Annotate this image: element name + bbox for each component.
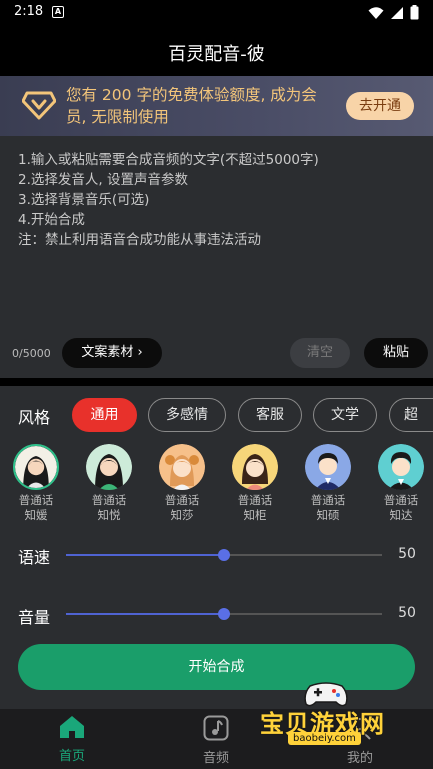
diamond-icon [22, 91, 56, 120]
instruction-line: 1.输入或粘贴需要合成音频的文字(不超过5000字) [18, 152, 319, 168]
avatar [159, 444, 205, 490]
voice-item-zhiyue[interactable]: 普通话 知悦 [81, 444, 137, 523]
voice-type: 普通话 [164, 493, 200, 507]
divider [0, 378, 433, 386]
watermark-url: baobeiy.com [288, 732, 361, 745]
style-chip-more[interactable]: 超 [389, 398, 433, 432]
avatar [305, 444, 351, 490]
speed-label: 语速 [18, 548, 51, 567]
avatar [232, 444, 278, 490]
voice-item-zhida[interactable]: 普通话 知达 [373, 444, 429, 523]
clear-button[interactable]: 清空 [290, 338, 350, 368]
style-chip-service[interactable]: 客服 [238, 398, 302, 432]
style-chip-literature[interactable]: 文学 [313, 398, 377, 432]
voice-settings-panel: 风格 通用 多感情 客服 文学 超 普通话 知媛 普通话 知悦 普通话 知莎 普… [0, 386, 433, 630]
char-counter: 0/5000 [12, 347, 51, 360]
volume-slider-fill [66, 613, 224, 615]
voice-name: 知硕 [316, 508, 340, 522]
instruction-line: 2.选择发音人, 设置声音参数 [18, 172, 188, 188]
voice-name: 知媛 [24, 508, 48, 522]
tab-label: 首页 [58, 749, 85, 764]
wifi-icon [368, 6, 384, 19]
volume-slider[interactable] [66, 608, 382, 620]
voice-type: 普通话 [310, 493, 346, 507]
notification-icon: A [52, 6, 64, 18]
speed-slider-fill [66, 554, 224, 556]
battery-icon [410, 5, 419, 20]
voice-item-zhiyuan[interactable]: 普通话 知媛 [8, 444, 64, 523]
style-chip-general[interactable]: 通用 [72, 398, 137, 432]
voice-type: 普通话 [237, 493, 273, 507]
volume-label: 音量 [18, 608, 51, 627]
voice-item-zhishuo[interactable]: 普通话 知硕 [300, 444, 356, 523]
avatar [378, 444, 424, 490]
volume-slider-thumb[interactable] [218, 608, 230, 620]
voice-name: 知莎 [170, 508, 194, 522]
copy-material-label: 文案素材 [81, 345, 134, 360]
chevron-right-icon: › [137, 345, 143, 360]
status-icons [368, 5, 419, 20]
voice-type: 普通话 [18, 493, 54, 507]
signal-icon [391, 6, 403, 19]
tab-audio[interactable]: 音频 [176, 715, 256, 766]
voice-name: 知达 [389, 508, 413, 522]
style-label: 风格 [18, 408, 51, 427]
instruction-line: 3.选择背景音乐(可选) [18, 192, 150, 208]
vip-promo-banner[interactable]: 您有 200 字的免费体验额度, 成为会员, 无限制使用 去开通 [0, 76, 433, 136]
avatar [13, 444, 59, 490]
title-bar: 百灵配音-彼 [0, 26, 433, 76]
instruction-line: 4.开始合成 [18, 212, 85, 228]
avatar [86, 444, 132, 490]
speed-slider[interactable] [66, 549, 382, 561]
status-bar: 2:18 A [0, 0, 433, 26]
instruction-line: 注：禁止利用语音合成功能从事违法活动 [18, 232, 261, 248]
watermark-logo: 宝贝游戏网 baobeiy.com [252, 680, 412, 768]
volume-value: 50 [398, 605, 416, 621]
text-input-area[interactable]: 1.输入或粘贴需要合成音频的文字(不超过5000字) 2.选择发音人, 设置声音… [0, 136, 433, 378]
promo-text: 您有 200 字的免费体验额度, 成为会员, 无限制使用 [66, 86, 317, 126]
voice-name: 知悦 [97, 508, 121, 522]
home-icon [60, 716, 84, 738]
copy-material-button[interactable]: 文案素材 › [62, 338, 162, 368]
voice-item-zhigui[interactable]: 普通话 知柜 [227, 444, 283, 523]
voice-name: 知柜 [243, 508, 267, 522]
activate-vip-button[interactable]: 去开通 [346, 92, 414, 120]
speed-slider-thumb[interactable] [218, 549, 230, 561]
page-title: 百灵配音-彼 [168, 44, 265, 65]
voice-type: 普通话 [91, 493, 127, 507]
tab-label: 音频 [202, 751, 229, 766]
paste-button[interactable]: 粘贴 [364, 338, 428, 368]
instructions: 1.输入或粘贴需要合成音频的文字(不超过5000字) 2.选择发音人, 设置声音… [18, 150, 319, 250]
tab-home[interactable]: 首页 [32, 715, 112, 764]
style-chip-emotional[interactable]: 多感情 [148, 398, 226, 432]
speed-value: 50 [398, 546, 416, 562]
music-note-icon [203, 715, 229, 741]
status-time: 2:18 [14, 4, 44, 19]
voice-type: 普通话 [383, 493, 419, 507]
voice-item-zhisha[interactable]: 普通话 知莎 [154, 444, 210, 523]
